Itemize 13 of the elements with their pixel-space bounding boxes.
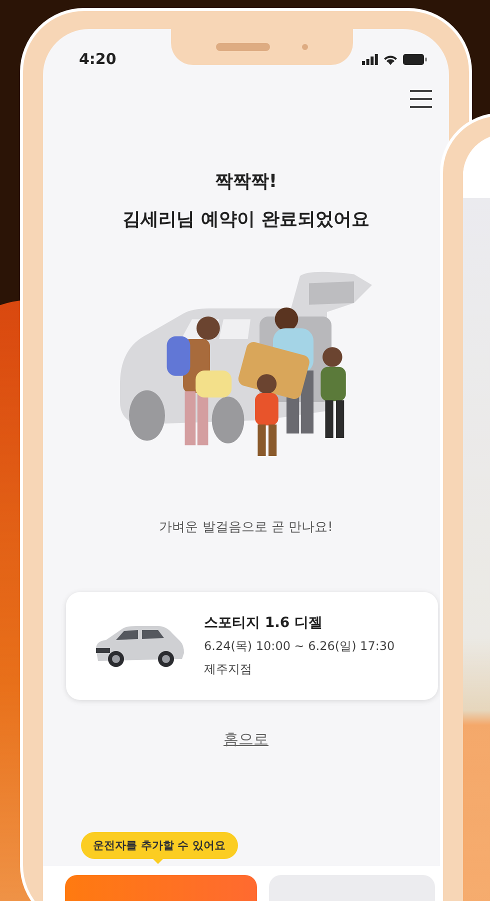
tooltip: 운전자를 추가할 수 있어요: [81, 832, 238, 864]
title-text: 김세리님 예약이 완료되었어요: [122, 208, 370, 231]
rental-period: 6.24(목) 10:00 ~ 6.26(일) 17:30: [204, 638, 395, 655]
title-text: 짝짝짝!: [214, 170, 278, 193]
battery-icon: [403, 54, 427, 64]
caption-text: 가벼운 발걸음으로 곧 만나요!: [159, 519, 333, 536]
menu-icon[interactable]: [409, 89, 433, 109]
signal-icon: [362, 54, 378, 64]
car-name: 스포티지 1.6 디젤: [204, 614, 324, 632]
status-time: 4:20: [79, 50, 116, 68]
home-link[interactable]: 홈으로: [224, 730, 268, 749]
wifi-icon: [383, 54, 398, 64]
branch-name: 제주지점: [204, 661, 253, 678]
